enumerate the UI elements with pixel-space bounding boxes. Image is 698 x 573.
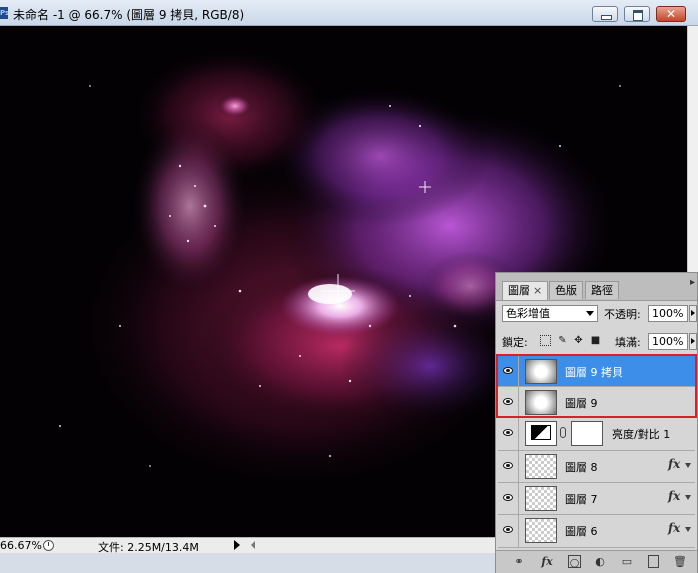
opacity-slider-arrow-icon[interactable] (689, 305, 697, 322)
panel-menu-icon[interactable]: ▸ (690, 277, 695, 288)
document-title-bar: Ps 未命名 -1 @ 66.7% (圖層 9 拷貝, RGB/8) ✕ (0, 0, 698, 26)
layers-panel-toolbar: ⚭ fx ○ ◐ ▭ 🗑 (496, 550, 697, 573)
minimize-icon (601, 15, 612, 20)
opacity-label: 不透明: (604, 308, 641, 321)
new-group-folder-icon[interactable]: ▭ (620, 555, 634, 568)
layer-name: 圖層 9 拷貝 (565, 366, 623, 379)
maximize-icon (633, 10, 643, 21)
fill-field[interactable]: 100% (648, 333, 688, 350)
expand-effects-icon[interactable] (685, 527, 691, 532)
layer-mask-thumbnail[interactable] (571, 421, 603, 446)
layer-effects-icon[interactable]: fx (668, 489, 680, 503)
tab-paths[interactable]: 路徑 (585, 281, 619, 299)
layer-row-layer-8[interactable]: 圖層 8 fx (498, 451, 695, 483)
layer-name: 圖層 6 (565, 525, 598, 538)
fill-label: 填滿: (615, 336, 641, 349)
close-icon: ✕ (665, 7, 677, 21)
layer-name: 圖層 7 (565, 493, 598, 506)
visibility-toggle[interactable] (499, 418, 519, 450)
link-chain-icon[interactable] (560, 427, 566, 438)
layer-row-brightness-contrast[interactable]: 亮度/對比 1 (498, 418, 695, 451)
layer-row-layer-9-copy[interactable]: 圖層 9 拷貝 (498, 356, 695, 387)
link-layers-icon[interactable]: ⚭ (510, 555, 528, 568)
maximize-button[interactable] (624, 6, 650, 22)
tab-paths-label: 路徑 (591, 284, 613, 297)
lock-pixels-brush-icon[interactable]: ✎ (557, 335, 568, 346)
blend-mode-value: 色彩增值 (506, 307, 550, 320)
eye-icon (503, 429, 513, 436)
brightness-contrast-icon (531, 425, 551, 440)
zoom-level[interactable]: 66.67% (0, 539, 42, 552)
visibility-toggle[interactable] (499, 451, 519, 482)
layer-name: 圖層 9 (565, 397, 598, 410)
adjustment-layer-icon[interactable]: ◐ (593, 555, 607, 568)
visibility-toggle[interactable] (499, 483, 519, 514)
eye-icon (503, 494, 513, 501)
photoshop-doc-icon: Ps (0, 7, 8, 19)
layers-list: 圖層 9 拷貝 圖層 9 亮度/對比 1 圖層 8 fx 圖層 7 fx 圖層 … (498, 356, 695, 548)
eye-icon (503, 367, 513, 374)
tab-channels-label: 色版 (555, 284, 577, 297)
lock-fill-row: 鎖定: ✎ ✥ ■ 填滿: 100% (496, 330, 697, 352)
layer-row-layer-7[interactable]: 圖層 7 fx (498, 483, 695, 515)
tab-layers[interactable]: 圖層 × (502, 281, 549, 300)
layer-thumbnail (525, 518, 557, 543)
layer-effects-icon[interactable]: fx (668, 521, 680, 535)
document-title: 未命名 -1 @ 66.7% (圖層 9 拷貝, RGB/8) (13, 8, 245, 22)
opacity-field[interactable]: 100% (648, 305, 688, 322)
layer-thumbnail (525, 359, 557, 384)
tab-close-icon[interactable]: × (533, 284, 542, 297)
lock-position-move-icon[interactable]: ✥ (573, 335, 584, 346)
layer-row-layer-6[interactable]: 圖層 6 fx (498, 515, 695, 548)
scroll-left-icon[interactable] (251, 541, 255, 549)
layer-thumbnail (525, 390, 557, 415)
layer-row-layer-9[interactable]: 圖層 9 (498, 387, 695, 418)
layer-name: 圖層 8 (565, 461, 598, 474)
close-button[interactable]: ✕ (656, 6, 686, 22)
eye-icon (503, 526, 513, 533)
layers-panel: 圖層 × 色版 路徑 ▸ 色彩增值 不透明: 100% 鎖定: ✎ ✥ ■ 填滿:… (495, 272, 698, 573)
status-menu-arrow-icon[interactable] (234, 540, 240, 550)
chevron-down-icon (586, 311, 594, 316)
panel-tab-bar: 圖層 × 色版 路徑 ▸ (496, 273, 697, 301)
visibility-toggle[interactable] (499, 515, 519, 547)
lock-all-padlock-icon[interactable]: ■ (590, 335, 601, 346)
add-mask-icon[interactable]: ○ (568, 555, 581, 569)
trash-icon[interactable]: 🗑 (673, 555, 687, 568)
visibility-toggle[interactable] (499, 356, 519, 386)
expand-effects-icon[interactable] (685, 463, 691, 468)
eye-icon (503, 462, 513, 469)
layer-thumbnail (525, 486, 557, 511)
layer-effects-icon[interactable]: fx (668, 457, 680, 471)
lock-label: 鎖定: (502, 336, 528, 349)
minimize-button[interactable] (592, 6, 618, 22)
eye-icon (503, 398, 513, 405)
layer-name: 亮度/對比 1 (612, 428, 671, 441)
layer-thumbnail (525, 454, 557, 479)
add-style-fx-icon[interactable]: fx (538, 555, 556, 568)
new-layer-icon[interactable] (648, 555, 659, 568)
adjustment-thumbnail (525, 421, 557, 446)
tab-layers-label: 圖層 (508, 284, 530, 297)
timer-icon[interactable] (43, 540, 54, 551)
fill-slider-arrow-icon[interactable] (689, 333, 697, 350)
expand-effects-icon[interactable] (685, 495, 691, 500)
tab-channels[interactable]: 色版 (549, 281, 583, 299)
blend-mode-select[interactable]: 色彩增值 (502, 305, 598, 322)
lock-transparency-icon[interactable] (540, 335, 551, 346)
blend-opacity-row: 色彩增值 不透明: 100% (496, 302, 697, 324)
visibility-toggle[interactable] (499, 387, 519, 417)
